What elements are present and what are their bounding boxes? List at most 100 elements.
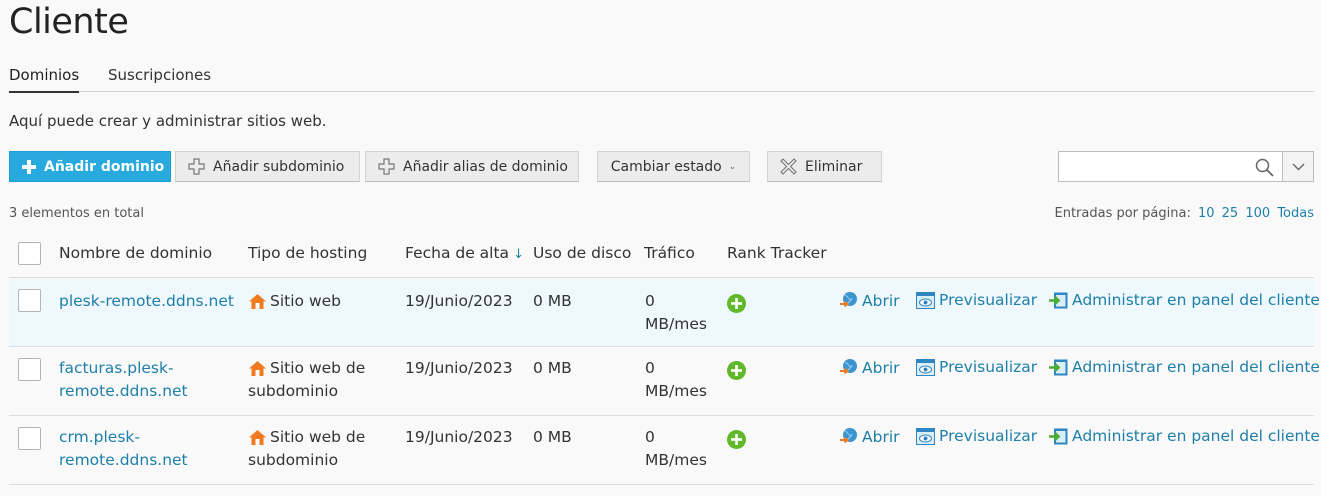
manage-label: Administrar en panel del cliente bbox=[1072, 358, 1320, 376]
change-status-button[interactable]: Cambiar estado ⌄ bbox=[597, 151, 750, 182]
x-outline-icon bbox=[780, 158, 797, 175]
hosting-type: Sitio web de subdominio bbox=[248, 357, 365, 403]
manage-link[interactable]: Administrar en panel del cliente bbox=[1049, 291, 1320, 309]
rank-tracker-add-icon[interactable] bbox=[727, 430, 746, 449]
add-alias-label: Añadir alias de dominio bbox=[403, 158, 568, 175]
traffic-value: 0 bbox=[645, 428, 655, 446]
traffic: 0 MB/mes bbox=[645, 290, 707, 336]
eye-window-icon bbox=[916, 358, 935, 376]
add-alias-button[interactable]: Añadir alias de dominio bbox=[365, 151, 579, 182]
traffic-value: 0 bbox=[645, 292, 655, 310]
column-header-date[interactable]: Fecha de alta ↓ bbox=[405, 244, 524, 262]
table-row: plesk-remote.ddns.net Sitio web 19/Junio… bbox=[9, 279, 1320, 347]
hosting-type: Sitio web bbox=[248, 290, 341, 313]
per-page-10[interactable]: 10 bbox=[1198, 206, 1215, 221]
open-label: Abrir bbox=[862, 291, 900, 310]
disk-usage: 0 MB bbox=[533, 359, 572, 377]
open-label: Abrir bbox=[862, 427, 900, 446]
table-row: crm.plesk- remote.ddns.net Sitio web de … bbox=[9, 417, 1320, 485]
tab-suscripciones[interactable]: Suscripciones bbox=[108, 66, 211, 92]
column-header-traffic[interactable]: Tráfico bbox=[644, 244, 695, 262]
rank-tracker-add-icon[interactable] bbox=[727, 361, 746, 380]
column-header-name[interactable]: Nombre de dominio bbox=[59, 244, 212, 262]
column-header-hosting[interactable]: Tipo de hosting bbox=[248, 244, 367, 262]
column-header-date-label: Fecha de alta bbox=[405, 244, 510, 262]
hosting-type-line: subdominio bbox=[248, 382, 339, 400]
manage-label: Administrar en panel del cliente bbox=[1072, 291, 1320, 309]
home-icon bbox=[249, 361, 266, 376]
add-subdomain-button[interactable]: Añadir subdominio bbox=[175, 151, 360, 182]
disk-usage: 0 MB bbox=[533, 428, 572, 446]
open-label: Abrir bbox=[862, 358, 900, 377]
eye-window-icon bbox=[916, 291, 935, 309]
column-header-rank[interactable]: Rank Tracker bbox=[727, 244, 827, 262]
traffic: 0 MB/mes bbox=[645, 357, 707, 403]
home-icon bbox=[249, 430, 266, 445]
home-icon bbox=[249, 294, 266, 309]
manage-link[interactable]: Administrar en panel del cliente bbox=[1049, 427, 1320, 445]
manage-link[interactable]: Administrar en panel del cliente bbox=[1049, 358, 1320, 376]
open-link[interactable]: Abrir bbox=[839, 291, 900, 310]
disk-usage: 0 MB bbox=[533, 292, 572, 310]
globe-arrow-icon bbox=[840, 428, 857, 444]
per-page-label: Entradas por página: bbox=[1054, 206, 1191, 221]
row-checkbox[interactable] bbox=[18, 289, 41, 312]
globe-arrow-icon bbox=[840, 292, 857, 308]
domain-name-line: facturas.plesk- bbox=[59, 359, 174, 377]
domain-name-link[interactable]: crm.plesk- remote.ddns.net bbox=[59, 426, 188, 472]
domain-name-link[interactable]: facturas.plesk- remote.ddns.net bbox=[59, 357, 188, 403]
preview-link[interactable]: Previsualizar bbox=[916, 358, 1037, 376]
add-domain-button[interactable]: Añadir dominio bbox=[9, 151, 171, 182]
plus-outline-icon bbox=[188, 158, 205, 175]
tab-bar: Dominios Suscripciones bbox=[9, 66, 1314, 93]
search-options-button[interactable] bbox=[1283, 151, 1314, 182]
panel-arrow-icon bbox=[1049, 359, 1068, 375]
plus-outline-icon bbox=[378, 158, 395, 175]
preview-label: Previsualizar bbox=[939, 427, 1038, 445]
traffic-unit: MB/mes bbox=[645, 382, 707, 400]
add-subdomain-label: Añadir subdominio bbox=[213, 158, 345, 175]
tab-dominios[interactable]: Dominios bbox=[9, 66, 80, 93]
preview-link[interactable]: Previsualizar bbox=[916, 427, 1037, 445]
domain-name-line: remote.ddns.net bbox=[59, 451, 188, 469]
domain-name-link[interactable]: plesk-remote.ddns.net bbox=[59, 290, 234, 313]
globe-arrow-icon bbox=[840, 359, 857, 375]
search-icon[interactable] bbox=[1255, 158, 1274, 177]
delete-button[interactable]: Eliminar bbox=[767, 151, 882, 182]
hosting-type-line: subdominio bbox=[248, 451, 339, 469]
chevron-down-icon bbox=[1292, 163, 1304, 170]
hosting-type-line: Sitio web de bbox=[270, 428, 366, 446]
page-description: Aquí puede crear y administrar sitios we… bbox=[9, 112, 327, 130]
creation-date: 19/Junio/2023 bbox=[405, 292, 513, 310]
per-page-selector: Entradas por página: 10 25 100 Todas bbox=[1054, 206, 1314, 221]
domain-name-line: crm.plesk- bbox=[59, 428, 140, 446]
hosting-type-line: Sitio web bbox=[270, 292, 341, 310]
preview-label: Previsualizar bbox=[939, 291, 1038, 309]
rank-tracker-add-icon[interactable] bbox=[727, 294, 746, 313]
preview-link[interactable]: Previsualizar bbox=[916, 291, 1037, 309]
page-title: Cliente bbox=[9, 2, 129, 42]
per-page-100[interactable]: 100 bbox=[1245, 206, 1270, 221]
open-link[interactable]: Abrir bbox=[839, 427, 900, 446]
traffic-unit: MB/mes bbox=[645, 315, 707, 333]
search-box bbox=[1058, 151, 1283, 182]
table-header: Nombre de dominio Tipo de hosting Fecha … bbox=[9, 233, 1314, 278]
preview-label: Previsualizar bbox=[939, 358, 1038, 376]
per-page-25[interactable]: 25 bbox=[1222, 206, 1239, 221]
creation-date: 19/Junio/2023 bbox=[405, 359, 513, 377]
search-input[interactable] bbox=[1059, 152, 1249, 181]
column-header-disk[interactable]: Uso de disco bbox=[533, 244, 631, 262]
select-all-checkbox[interactable] bbox=[18, 242, 41, 265]
per-page-all[interactable]: Todas bbox=[1277, 206, 1314, 221]
sort-down-icon: ↓ bbox=[513, 247, 524, 262]
row-checkbox[interactable] bbox=[18, 358, 41, 381]
eye-window-icon bbox=[916, 427, 935, 445]
row-checkbox[interactable] bbox=[18, 427, 41, 450]
open-link[interactable]: Abrir bbox=[839, 358, 900, 377]
panel-arrow-icon bbox=[1049, 428, 1068, 444]
chevron-down-icon: ⌄ bbox=[728, 161, 737, 172]
total-count: 3 elementos en total bbox=[9, 206, 144, 221]
traffic-unit: MB/mes bbox=[645, 451, 707, 469]
manage-label: Administrar en panel del cliente bbox=[1072, 427, 1320, 445]
plus-icon bbox=[22, 159, 36, 174]
